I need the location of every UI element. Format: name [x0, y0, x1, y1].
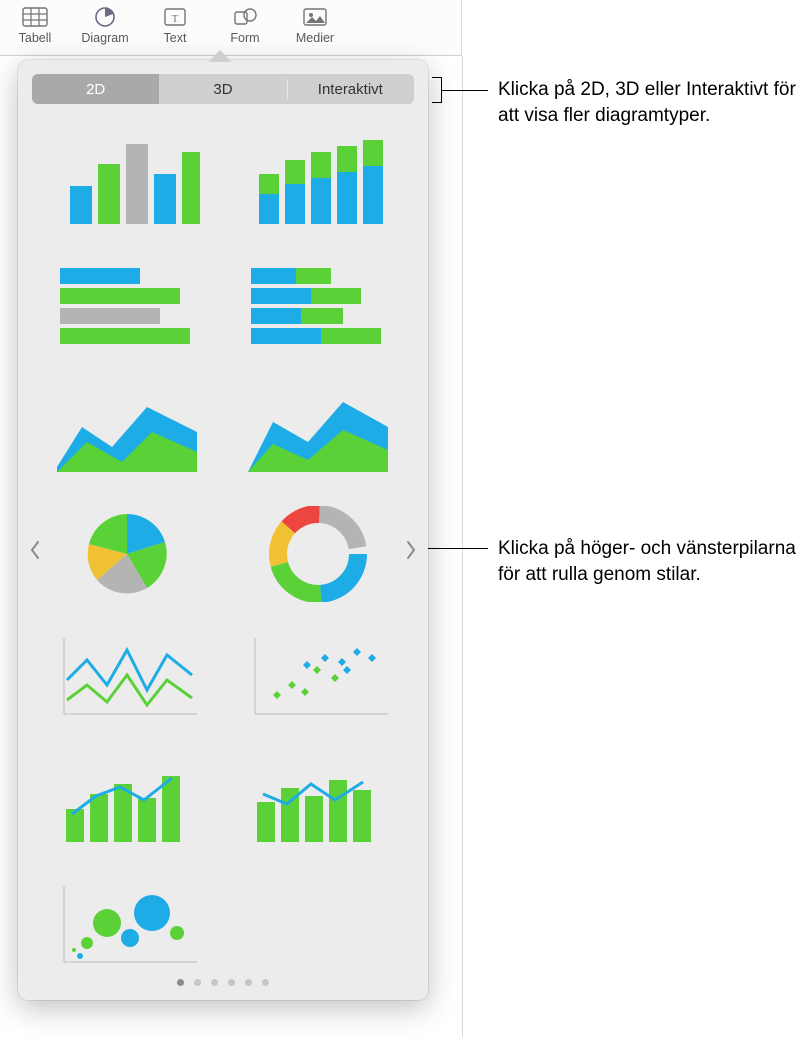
toolbar-label: Diagram [81, 31, 128, 45]
chart-type-bubble[interactable] [52, 878, 202, 974]
chart-type-stacked-bar[interactable] [243, 258, 393, 354]
next-style-button[interactable] [400, 528, 422, 572]
page-dot[interactable] [177, 979, 184, 986]
callout-text-arrows: Klicka på höger- och vänsterpilarna för … [498, 536, 798, 587]
toolbar: Tabell Diagram T Text Form Medier [0, 0, 462, 56]
page-dot[interactable] [211, 979, 218, 986]
shape-icon [232, 6, 258, 28]
callout-text-top: Klicka på 2D, 3D eller Interaktivt för a… [498, 77, 798, 128]
chart-type-empty [243, 878, 393, 974]
chart-type-stacked-column[interactable] [243, 134, 393, 230]
tab-3d[interactable]: 3D [159, 74, 286, 104]
toolbar-item-chart[interactable]: Diagram [70, 4, 140, 45]
vertical-divider [462, 56, 463, 1037]
callout-lead-arrows [428, 548, 488, 549]
toolbar-item-table[interactable]: Tabell [0, 4, 70, 45]
toolbar-item-shape[interactable]: Form [210, 4, 280, 45]
callout-bracket-top [432, 77, 442, 103]
page-dot[interactable] [245, 979, 252, 986]
tab-2d[interactable]: 2D [32, 74, 159, 104]
callout-lead-top [442, 90, 488, 91]
page-dot[interactable] [262, 979, 269, 986]
toolbar-label: Form [230, 31, 259, 45]
toolbar-item-media[interactable]: Medier [280, 4, 350, 45]
chart-type-pie[interactable] [52, 506, 202, 602]
chart-grid [52, 134, 394, 974]
chart-type-scatter[interactable] [243, 630, 393, 726]
chart-type-donut[interactable] [243, 506, 393, 602]
chevron-right-icon [405, 539, 417, 561]
segmented-control: 2D 3D Interaktivt [32, 74, 414, 104]
svg-text:T: T [172, 13, 179, 25]
chart-type-combo-2[interactable] [243, 754, 393, 850]
chart-type-stacked-area[interactable] [243, 382, 393, 478]
toolbar-label: Text [164, 31, 187, 45]
chart-type-bar[interactable] [52, 258, 202, 354]
toolbar-label: Tabell [19, 31, 52, 45]
chart-picker-popover: 2D 3D Interaktivt [18, 60, 428, 1000]
toolbar-label: Medier [296, 31, 334, 45]
chart-icon [92, 6, 118, 28]
table-icon [22, 6, 48, 28]
chart-type-column[interactable] [52, 134, 202, 230]
page-dots [18, 979, 428, 986]
chart-type-line[interactable] [52, 630, 202, 726]
chart-type-combo-1[interactable] [52, 754, 202, 850]
page-dot[interactable] [194, 979, 201, 986]
tab-interactive[interactable]: Interaktivt [287, 74, 414, 104]
prev-style-button[interactable] [24, 528, 46, 572]
chart-grid-wrap [18, 134, 428, 954]
media-icon [302, 6, 328, 28]
chevron-left-icon [29, 539, 41, 561]
toolbar-item-text[interactable]: T Text [140, 4, 210, 45]
page-dot[interactable] [228, 979, 235, 986]
text-icon: T [162, 6, 188, 28]
chart-type-area[interactable] [52, 382, 202, 478]
